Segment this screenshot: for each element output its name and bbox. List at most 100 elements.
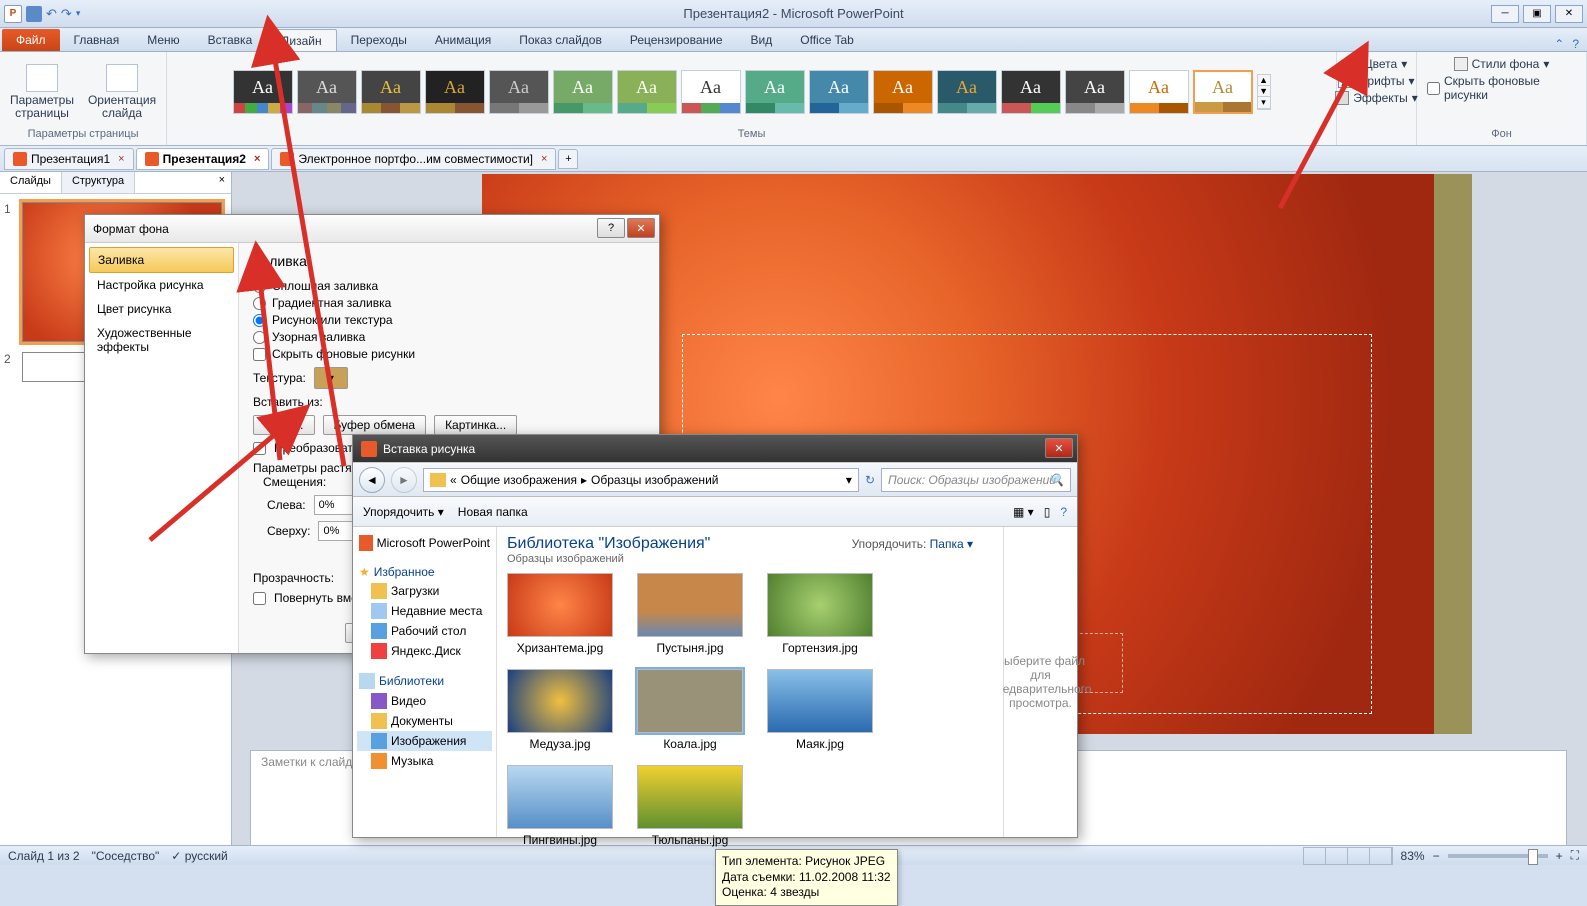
theme-thumb[interactable]: Aa — [745, 70, 805, 114]
tab-review[interactable]: Рецензирование — [616, 29, 737, 51]
zoom-out-icon[interactable]: − — [1433, 849, 1440, 863]
file-thumb[interactable]: Хризантема.jpg — [507, 573, 613, 655]
theme-thumb[interactable]: Aa — [1193, 70, 1253, 114]
texture-picker[interactable]: ▾ — [314, 367, 348, 389]
close-button[interactable]: ✕ — [1555, 5, 1583, 23]
close-icon[interactable]: × — [254, 153, 260, 165]
new-doc-tab[interactable]: + — [558, 149, 578, 169]
language-indicator[interactable]: ✓ русский — [171, 849, 227, 863]
fonts-dropdown[interactable]: AШрифты ▾ — [1334, 73, 1418, 89]
save-icon[interactable] — [26, 6, 42, 22]
tree-item[interactable]: ★Избранное — [357, 563, 492, 581]
maximize-button[interactable]: ▣ — [1523, 5, 1551, 23]
organize-button[interactable]: Упорядочить ▾ — [363, 505, 444, 519]
file-thumb[interactable]: Тюльпаны.jpg — [637, 765, 743, 847]
sidebar-picture-corrections[interactable]: Настройка рисунка — [89, 273, 234, 297]
tree-item[interactable]: Изображения — [357, 731, 492, 751]
theme-thumb[interactable]: Aa — [1129, 70, 1189, 114]
tab-view[interactable]: Вид — [737, 29, 787, 51]
forward-button[interactable]: ► — [391, 467, 417, 493]
theme-thumb[interactable]: Aa — [425, 70, 485, 114]
tab-design[interactable]: Дизайн — [266, 29, 336, 51]
theme-thumb[interactable]: Aa — [297, 70, 357, 114]
theme-thumb[interactable]: Aa — [489, 70, 549, 114]
tab-menu[interactable]: Меню — [133, 29, 193, 51]
tree-item[interactable]: Видео — [357, 691, 492, 711]
sidebar-fill[interactable]: Заливка — [89, 247, 234, 273]
help-icon[interactable]: ? — [1572, 37, 1579, 51]
tree-item[interactable]: Документы — [357, 711, 492, 731]
tab-slideshow[interactable]: Показ слайдов — [505, 29, 616, 51]
theme-gallery-more[interactable]: ▲▼▾ — [1257, 74, 1271, 110]
search-icon[interactable]: 🔍 — [1049, 473, 1064, 487]
theme-thumb[interactable]: Aa — [681, 70, 741, 114]
theme-thumb[interactable]: Aa — [361, 70, 421, 114]
file-thumb[interactable]: Пустыня.jpg — [637, 573, 743, 655]
tab-home[interactable]: Главная — [60, 29, 134, 51]
theme-thumb[interactable]: Aa — [809, 70, 869, 114]
background-styles-button[interactable]: Стили фона ▾ — [1450, 56, 1554, 72]
tab-transitions[interactable]: Переходы — [337, 29, 421, 51]
tree-item[interactable]: Microsoft PowerPoint — [357, 533, 492, 553]
fit-icon[interactable]: ⛶ — [1571, 848, 1579, 863]
redo-icon[interactable]: ↷ — [61, 6, 72, 22]
tree-item[interactable]: Недавние места — [357, 601, 492, 621]
help-button[interactable]: ? — [597, 218, 625, 238]
theme-thumb[interactable]: Aa — [1065, 70, 1125, 114]
close-button[interactable]: ✕ — [627, 218, 655, 238]
view-button[interactable]: ▦ ▾ — [1013, 505, 1034, 519]
effects-dropdown[interactable]: Эффекты ▾ — [1331, 90, 1422, 106]
clipart-button[interactable]: Картинка... — [434, 415, 517, 435]
radio-gradient[interactable]: Градиентная заливка — [253, 296, 645, 310]
theme-thumb[interactable]: Aa — [553, 70, 613, 114]
checkbox-hide-bg[interactable]: Скрыть фоновые рисунки — [253, 347, 645, 361]
file-thumb[interactable]: Медуза.jpg — [507, 669, 613, 751]
file-thumb[interactable]: Коала.jpg — [637, 669, 743, 751]
tree-item[interactable]: Загрузки — [357, 581, 492, 601]
breadcrumb[interactable]: « Общие изображения ▸ Образцы изображени… — [423, 468, 859, 492]
tree-item[interactable]: Музыка — [357, 751, 492, 771]
page-setup-button[interactable]: Параметры страницы — [6, 62, 78, 122]
help-icon[interactable]: ? — [1060, 505, 1067, 519]
close-icon[interactable]: × — [541, 153, 547, 165]
sidebar-artistic-effects[interactable]: Художественные эффекты — [89, 321, 234, 359]
close-icon[interactable]: × — [118, 153, 124, 165]
clipboard-button[interactable]: Буфер обмена — [323, 415, 427, 435]
panel-close-icon[interactable]: × — [213, 172, 231, 193]
dialog-titlebar[interactable]: Вставка рисунка ✕ — [353, 435, 1077, 463]
file-thumb[interactable]: Пингвины.jpg — [507, 765, 613, 847]
doc-tab[interactable]: Электронное портфо...им совместимости]× — [271, 148, 556, 170]
zoom-in-icon[interactable]: + — [1556, 849, 1563, 863]
theme-thumb[interactable]: Aa — [617, 70, 677, 114]
preview-toggle[interactable]: ▯ — [1044, 505, 1051, 519]
ribbon-minimize-icon[interactable]: ⌃ — [1554, 37, 1564, 51]
radio-solid[interactable]: Сплошная заливка — [253, 279, 645, 293]
back-button[interactable]: ◄ — [359, 467, 385, 493]
tab-officetab[interactable]: Office Tab — [786, 29, 868, 51]
tab-animation[interactable]: Анимация — [421, 29, 505, 51]
radio-pattern[interactable]: Узорная заливка — [253, 330, 645, 344]
theme-thumb[interactable]: Aa — [233, 70, 293, 114]
tab-insert[interactable]: Вставка — [194, 29, 267, 51]
hide-bg-checkbox[interactable]: Скрыть фоновые рисунки — [1423, 73, 1580, 103]
close-button[interactable]: ✕ — [1045, 438, 1073, 458]
colors-dropdown[interactable]: Цвета ▾ — [1342, 56, 1411, 72]
minimize-button[interactable]: ─ — [1491, 5, 1519, 23]
tree-item[interactable]: Яндекс.Диск — [357, 641, 492, 661]
file-thumb[interactable]: Маяк.jpg — [767, 669, 873, 751]
theme-thumb[interactable]: Aa — [1001, 70, 1061, 114]
tree-item[interactable]: Рабочий стол — [357, 621, 492, 641]
dialog-titlebar[interactable]: Формат фона ? ✕ — [85, 215, 659, 243]
theme-thumb[interactable]: Aa — [873, 70, 933, 114]
doc-tab[interactable]: Презентация2× — [136, 148, 270, 170]
tree-item[interactable]: Библиотеки — [357, 671, 492, 691]
slide-orientation-button[interactable]: Ориентация слайда — [84, 62, 160, 122]
file-thumb[interactable]: Гортензия.jpg — [767, 573, 873, 655]
sidebar-picture-color[interactable]: Цвет рисунка — [89, 297, 234, 321]
doc-tab[interactable]: Презентация1× — [4, 148, 134, 170]
undo-icon[interactable]: ↶ — [46, 6, 57, 22]
slides-tab[interactable]: Слайды — [0, 172, 62, 193]
new-folder-button[interactable]: Новая папка — [458, 505, 528, 519]
theme-thumb[interactable]: Aa — [937, 70, 997, 114]
refresh-icon[interactable]: ↻ — [865, 473, 875, 487]
